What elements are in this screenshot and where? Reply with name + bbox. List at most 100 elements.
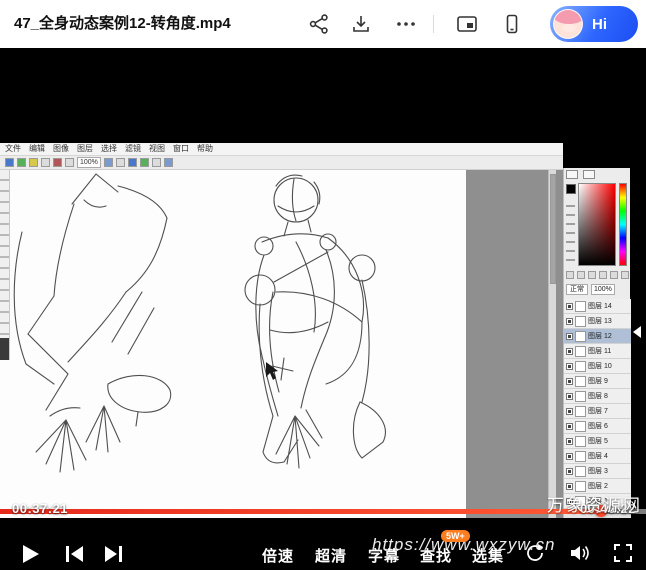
layer-tool-icon	[599, 271, 607, 279]
layer-row: 图层 14	[564, 299, 631, 314]
layer-thumbnail	[575, 331, 586, 342]
download-icon[interactable]	[350, 13, 372, 35]
panel-tab-icon	[566, 170, 578, 179]
layer-row: 图层 6	[564, 419, 631, 434]
layer-name: 图层 9	[588, 376, 608, 386]
layer-tool-icon	[610, 271, 618, 279]
layer-toolbar	[566, 271, 629, 279]
layer-name: 图层 11	[588, 346, 611, 356]
layer-name: 图层 7	[588, 406, 608, 416]
tool-icon	[5, 158, 14, 167]
blend-row: 正常 100%	[566, 283, 629, 296]
layer-row: 图层 5	[564, 434, 631, 449]
cursor-icon	[266, 362, 278, 380]
layer-thumbnail	[575, 316, 586, 327]
layer-thumbnail	[575, 451, 586, 462]
play-button[interactable]	[20, 543, 40, 565]
visibility-icon	[566, 453, 573, 460]
user-pill[interactable]: Hi	[550, 6, 638, 42]
tool-icon	[152, 158, 161, 167]
next-button[interactable]	[102, 545, 124, 563]
layer-list: 图层 14 图层 13 图层 12 图层 11 图层 10 图层 9 图层 8 …	[564, 299, 631, 518]
previous-button[interactable]	[64, 545, 86, 563]
app-menu-bar: 文件 编辑 图像 图层 选择 滤镜 视图 窗口 帮助	[0, 143, 563, 156]
layer-thumbnail	[575, 376, 586, 387]
header-divider	[433, 15, 434, 33]
app-menu-item: 帮助	[197, 144, 213, 154]
visibility-icon	[566, 393, 573, 400]
speed-button[interactable]: 倍速	[262, 545, 294, 566]
visibility-icon	[566, 423, 573, 430]
loop-icon[interactable]	[524, 542, 546, 564]
pip-icon[interactable]	[456, 13, 478, 35]
tool-icon	[29, 158, 38, 167]
sketch-figures	[10, 170, 466, 518]
layer-tool-icon	[566, 271, 574, 279]
layer-thumbnail	[575, 361, 586, 372]
visibility-icon	[566, 483, 573, 490]
layer-thumbnail	[575, 421, 586, 432]
fullscreen-icon[interactable]	[612, 542, 634, 564]
layer-row: 图层 9	[564, 374, 631, 389]
layer-name: 图层 2	[588, 481, 608, 491]
app-menu-item: 文件	[5, 144, 21, 154]
more-icon[interactable]	[395, 13, 417, 35]
tool-icon	[41, 158, 50, 167]
layer-name: 图层 14	[588, 301, 612, 311]
tool-icon	[128, 158, 137, 167]
tool-icon	[140, 158, 149, 167]
panel-tab-icon	[583, 170, 595, 179]
app-menu-item: 选择	[101, 144, 117, 154]
layer-name: 图层 4	[588, 451, 608, 461]
visibility-icon	[566, 468, 573, 475]
layer-tool-icon	[621, 271, 629, 279]
layer-name: 图层 10	[588, 361, 612, 371]
mobile-icon[interactable]	[501, 13, 523, 35]
avatar	[553, 9, 583, 39]
tool-icon	[164, 158, 173, 167]
app-menu-item: 图层	[77, 144, 93, 154]
progress-fill	[0, 509, 601, 514]
canvas-scrollbar	[548, 170, 556, 518]
app-menu-item: 窗口	[173, 144, 189, 154]
saturation-square	[578, 183, 616, 266]
layer-name: 图层 13	[588, 316, 612, 326]
tool-icon	[53, 158, 62, 167]
layer-row: 图层 4	[564, 449, 631, 464]
layer-name: 图层 12	[588, 331, 612, 341]
layer-thumbnail	[575, 391, 586, 402]
layer-thumbnail	[575, 481, 586, 492]
subtitle-button[interactable]: 字幕	[368, 545, 400, 566]
app-menu-item: 视图	[149, 144, 165, 154]
current-color-swatch	[566, 184, 576, 194]
share-icon[interactable]	[308, 13, 330, 35]
visibility-icon	[566, 438, 573, 445]
layer-thumbnail	[575, 301, 586, 312]
visibility-icon	[566, 378, 573, 385]
layer-name: 图层 8	[588, 391, 608, 401]
layer-row: 图层 10	[564, 359, 631, 374]
tool-icon	[116, 158, 125, 167]
search-button[interactable]: 查找	[420, 545, 452, 566]
quality-button[interactable]: 超清	[315, 545, 347, 566]
visibility-icon	[566, 303, 573, 310]
color-layers-panel: 正常 100% 图层 14 图层 13 图层 12 图层 11 图层 10 图层…	[563, 168, 630, 518]
zoom-field: 100%	[77, 157, 101, 168]
page-title: 47_全身动态案例12-转角度.mp4	[14, 0, 231, 48]
layer-thumbnail	[575, 466, 586, 477]
app-menu-item: 图像	[53, 144, 69, 154]
current-time: 00:37:21	[12, 501, 68, 516]
layer-name: 图层 5	[588, 436, 608, 446]
episodes-button[interactable]: 选集	[472, 545, 504, 566]
hue-bar	[619, 183, 627, 266]
paint-app-window: 文件 编辑 图像 图层 选择 滤镜 视图 窗口 帮助 100%	[0, 143, 563, 518]
layer-row: 图层 3	[564, 464, 631, 479]
layer-row: 图层 12	[564, 329, 631, 344]
visibility-icon	[566, 408, 573, 415]
volume-icon[interactable]	[568, 542, 590, 564]
panel-tabs	[566, 170, 595, 179]
layer-tool-icon	[588, 271, 596, 279]
app-menu-item: 编辑	[29, 144, 45, 154]
layer-tool-icon	[577, 271, 585, 279]
user-greeting: Hi	[592, 16, 607, 33]
